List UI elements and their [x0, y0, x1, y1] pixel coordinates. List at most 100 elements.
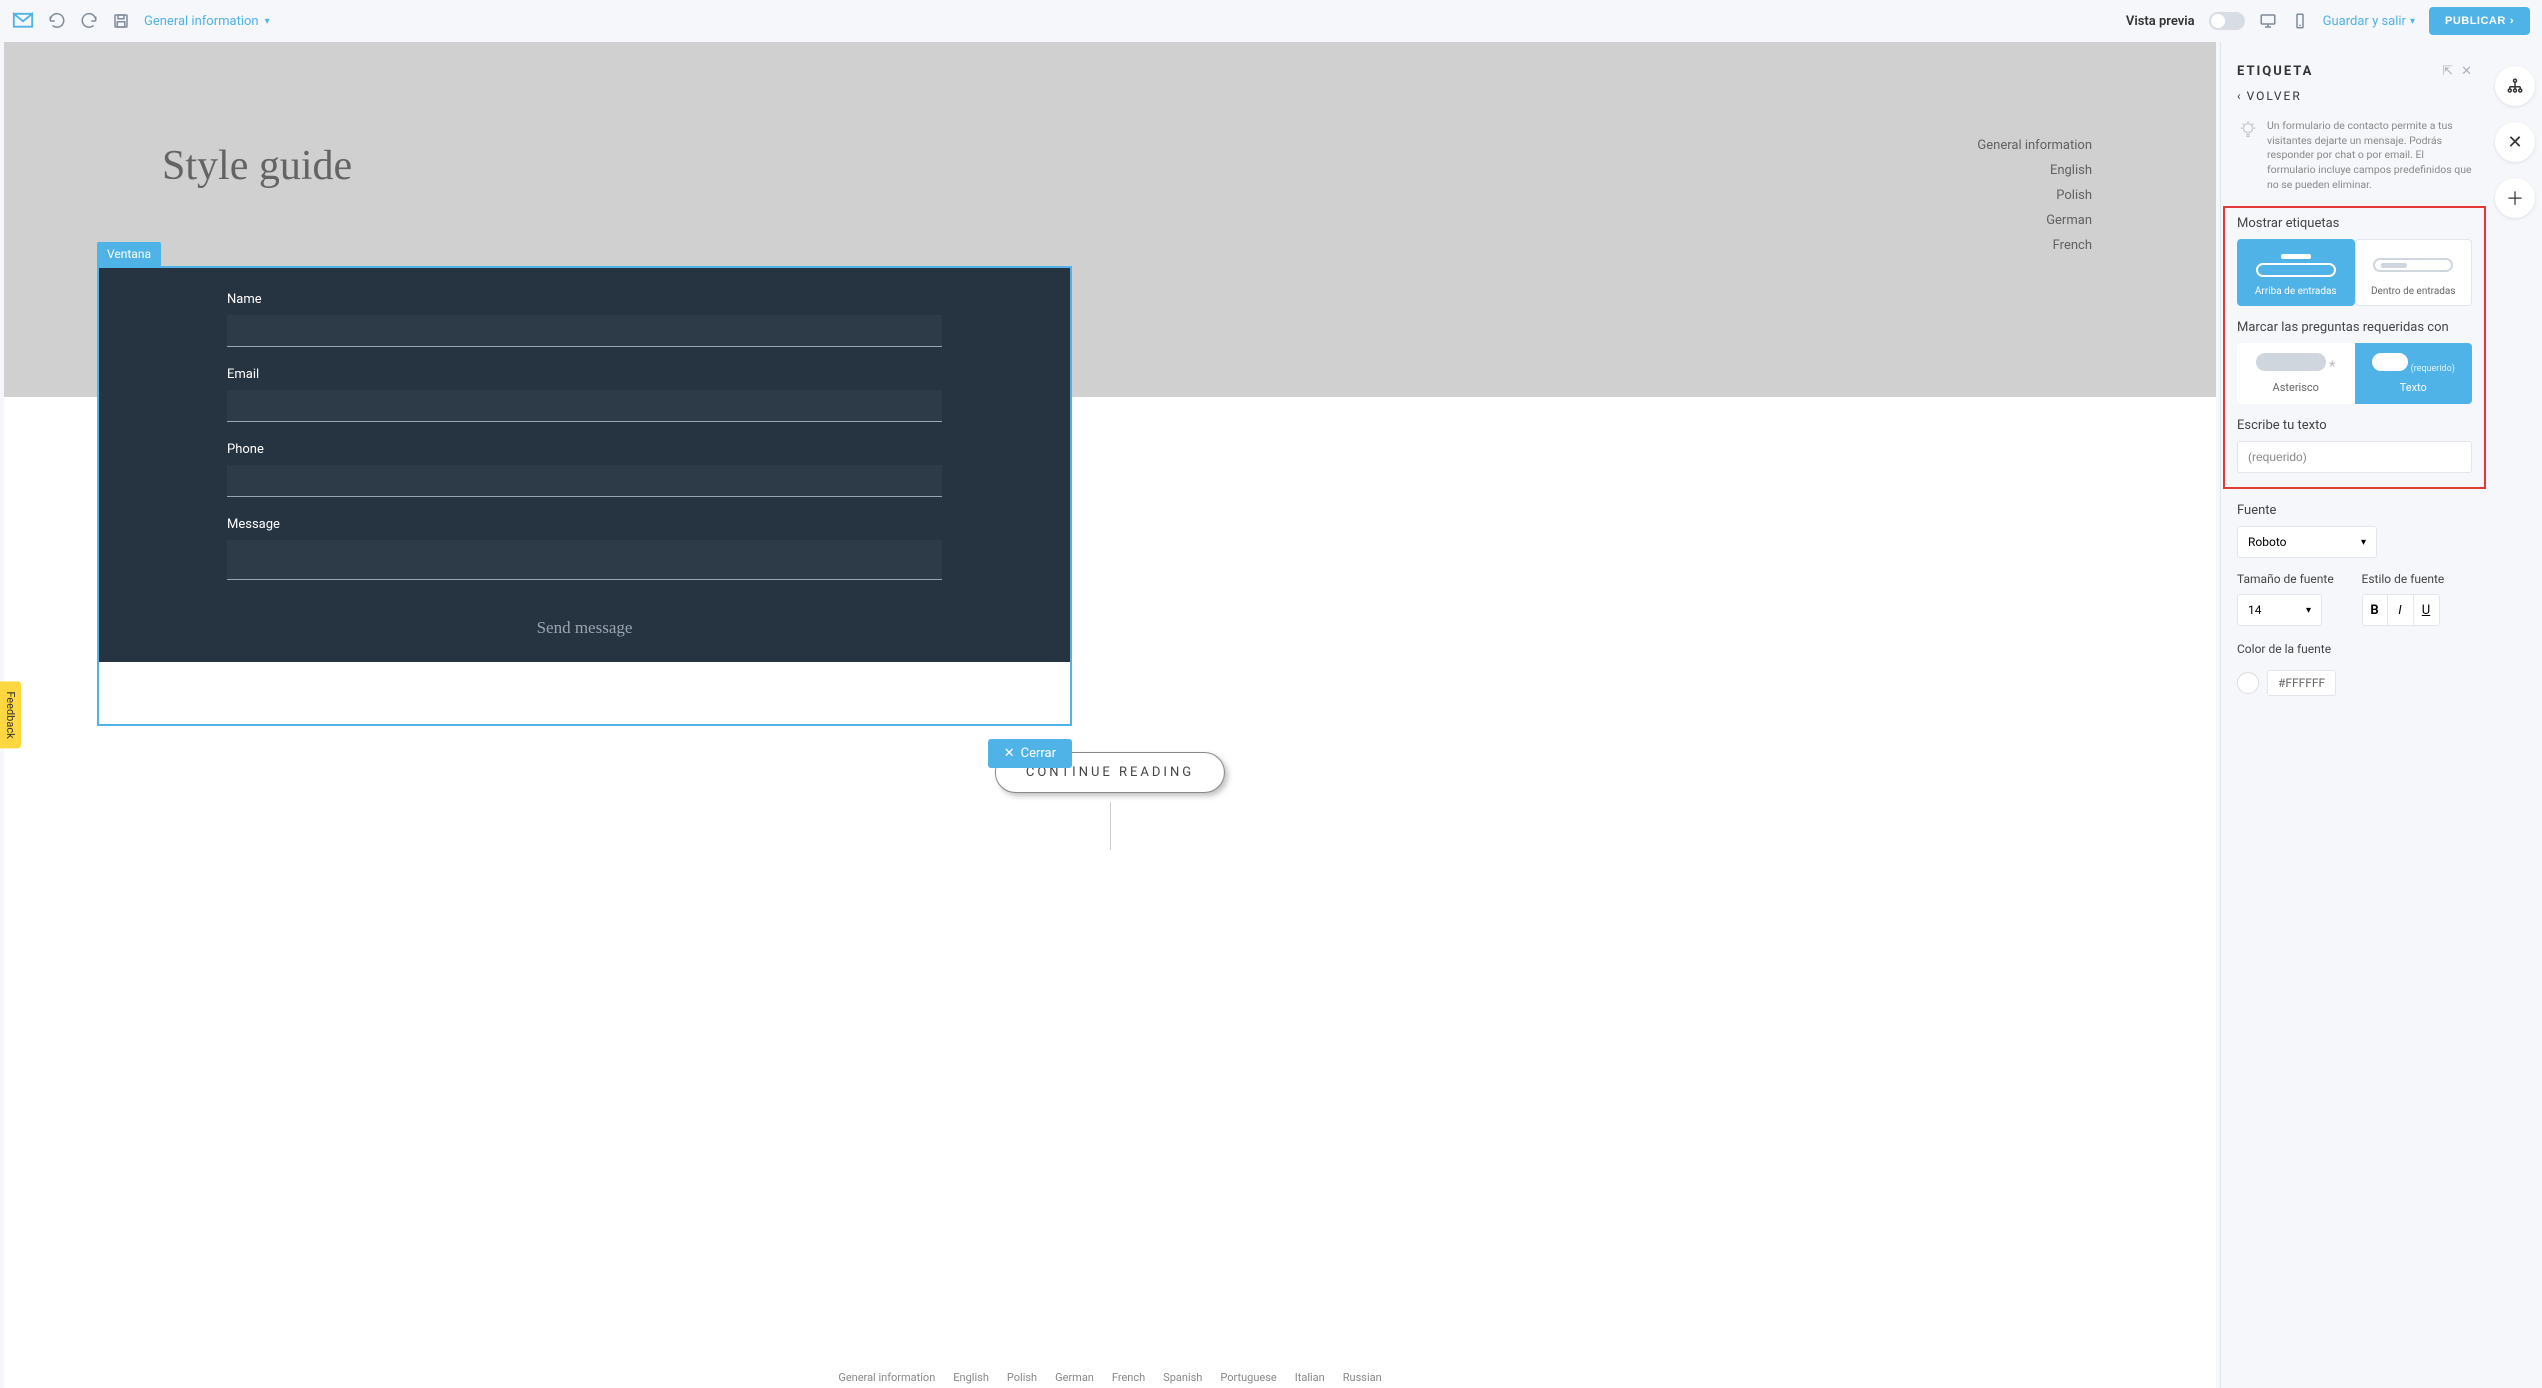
mobile-icon[interactable] — [2291, 12, 2309, 30]
location-label: General information — [144, 14, 259, 29]
message-input[interactable] — [227, 540, 942, 580]
save-exit-label: Guardar y salir — [2323, 14, 2406, 29]
option-dentro[interactable]: Dentro de entradas — [2355, 239, 2473, 306]
main-area: Style guide General information English … — [0, 42, 2542, 1388]
panel-actions: ⇱ ✕ — [2442, 64, 2472, 79]
footer-link: German — [1055, 1371, 1094, 1384]
close-label: Cerrar — [1021, 746, 1056, 761]
toolbar-left: General information ▾ — [12, 12, 270, 30]
pin-icon[interactable]: ⇱ — [2442, 64, 2453, 79]
top-toolbar: General information ▾ Vista previa Guard… — [0, 0, 2542, 42]
font-size-dropdown[interactable]: 14 ▾ — [2237, 594, 2322, 626]
email-input[interactable] — [227, 390, 942, 422]
color-value[interactable]: #FFFFFF — [2267, 670, 2336, 696]
popup-spacer — [99, 662, 1070, 724]
opt-asterisco-label: Asterisco — [2247, 381, 2345, 394]
chevron-right-icon: › — [2510, 15, 2514, 27]
opt-texto-label: Texto — [2365, 381, 2463, 394]
back-link[interactable]: ‹ VOLVER — [2221, 89, 2488, 111]
properties-panel: ETIQUETA ⇱ ✕ ‹ VOLVER Un formulario de c… — [2220, 42, 2488, 1388]
save-exit-link[interactable]: Guardar y salir ▾ — [2323, 14, 2415, 29]
undo-icon[interactable] — [48, 12, 66, 30]
footer-link: Russian — [1343, 1371, 1382, 1384]
bold-button[interactable]: B — [2362, 594, 2388, 626]
label-position-options: Arriba de entradas Dentro de entradas — [2237, 239, 2472, 306]
marcar-title: Marcar las preguntas requeridas con — [2237, 320, 2472, 335]
phone-input[interactable] — [227, 465, 942, 497]
option-texto[interactable]: (requerido) Texto — [2355, 343, 2473, 404]
color-swatch[interactable] — [2237, 672, 2259, 694]
footer-link: Portuguese — [1220, 1371, 1276, 1384]
opt-arriba-label: Arriba de entradas — [2246, 286, 2346, 297]
footer-link: French — [1112, 1371, 1145, 1384]
preview-label: Vista previa — [2126, 14, 2195, 29]
font-section: Fuente Roboto ▾ Tamaño de fuente 14 ▾ Es… — [2221, 489, 2488, 710]
location-dropdown[interactable]: General information ▾ — [144, 14, 270, 29]
font-family-dropdown[interactable]: Roboto ▾ — [2237, 526, 2377, 558]
escribe-title: Escribe tu texto — [2237, 418, 2472, 433]
color-label: Color de la fuente — [2237, 642, 2472, 656]
desktop-icon[interactable] — [2259, 12, 2277, 30]
opt-dentro-label: Dentro de entradas — [2364, 286, 2464, 297]
redo-icon[interactable] — [80, 12, 98, 30]
option-asterisco[interactable]: * Asterisco — [2237, 343, 2355, 404]
fuente-title: Fuente — [2237, 503, 2472, 518]
chevron-left-icon: ‹ — [2237, 89, 2243, 103]
footer-link: English — [953, 1371, 989, 1384]
publish-button[interactable]: PUBLICAR › — [2429, 7, 2530, 35]
italic-button[interactable]: I — [2388, 594, 2414, 626]
contact-form: Name Email Phone Message — [99, 268, 1070, 662]
popup-tag: Ventana — [97, 242, 161, 266]
name-input[interactable] — [227, 315, 942, 347]
add-icon[interactable]: ＋ — [2495, 178, 2535, 218]
tamano-label: Tamaño de fuente — [2237, 572, 2348, 586]
form-group-message: Message — [227, 517, 942, 580]
name-label: Name — [227, 292, 942, 307]
highlighted-section: Mostrar etiquetas Arriba de entradas Den… — [2223, 206, 2486, 489]
close-icon[interactable]: ✕ — [2461, 64, 2472, 79]
phone-label: Phone — [227, 442, 942, 457]
panel-header: ETIQUETA ⇱ ✕ — [2221, 42, 2488, 89]
font-color-row: #FFFFFF — [2237, 670, 2472, 696]
close-icon[interactable]: ✕ — [2495, 122, 2535, 162]
footer-link: Spanish — [1163, 1371, 1202, 1384]
publish-label: PUBLICAR — [2445, 15, 2506, 27]
panel-title: ETIQUETA — [2237, 64, 2313, 79]
font-value: Roboto — [2248, 535, 2286, 549]
email-label: Email — [227, 367, 942, 382]
popup-content: Name Email Phone Message — [97, 266, 1072, 726]
save-icon[interactable] — [112, 12, 130, 30]
footer-link: General information — [838, 1371, 935, 1384]
chevron-down-icon: ▾ — [2306, 605, 2311, 616]
preview-toggle[interactable] — [2209, 12, 2245, 30]
feedback-tab[interactable]: Feedback — [0, 681, 21, 748]
option-arriba[interactable]: Arriba de entradas — [2237, 239, 2355, 306]
form-group-name: Name — [227, 292, 942, 347]
structure-icon[interactable] — [2495, 66, 2535, 106]
form-group-email: Email — [227, 367, 942, 422]
font-style-buttons: B I U — [2362, 594, 2473, 626]
footer-link: Polish — [1007, 1371, 1037, 1384]
footer-link: Italian — [1295, 1371, 1325, 1384]
lightbulb-icon — [2237, 119, 2259, 192]
send-message-button[interactable]: Send message — [227, 600, 942, 638]
canvas-wrap: Style guide General information English … — [0, 42, 2220, 1388]
estilo-label: Estilo de fuente — [2362, 572, 2473, 586]
tip-text: Un formulario de contacto permite a tus … — [2267, 119, 2472, 192]
close-popup-button[interactable]: ✕ Cerrar — [988, 739, 1072, 768]
chevron-down-icon: ▾ — [2410, 16, 2415, 27]
back-label: VOLVER — [2247, 89, 2302, 103]
logo-icon[interactable] — [12, 12, 34, 30]
canvas: Style guide General information English … — [4, 42, 2216, 1388]
close-icon: ✕ — [1004, 746, 1015, 761]
popup-window[interactable]: Ventana Name Email Phone — [97, 242, 1072, 726]
toolbar-right: Vista previa Guardar y salir ▾ PUBLICAR … — [2126, 7, 2530, 35]
required-marker-options: * Asterisco (requerido) Texto — [2237, 343, 2472, 404]
chevron-down-icon: ▾ — [265, 16, 270, 27]
size-value: 14 — [2248, 603, 2262, 617]
required-text-input[interactable] — [2237, 441, 2472, 473]
footer-links: General information English Polish Germa… — [838, 1371, 1381, 1384]
underline-button[interactable]: U — [2414, 594, 2440, 626]
form-group-phone: Phone — [227, 442, 942, 497]
mostrar-etiquetas-title: Mostrar etiquetas — [2237, 216, 2472, 231]
